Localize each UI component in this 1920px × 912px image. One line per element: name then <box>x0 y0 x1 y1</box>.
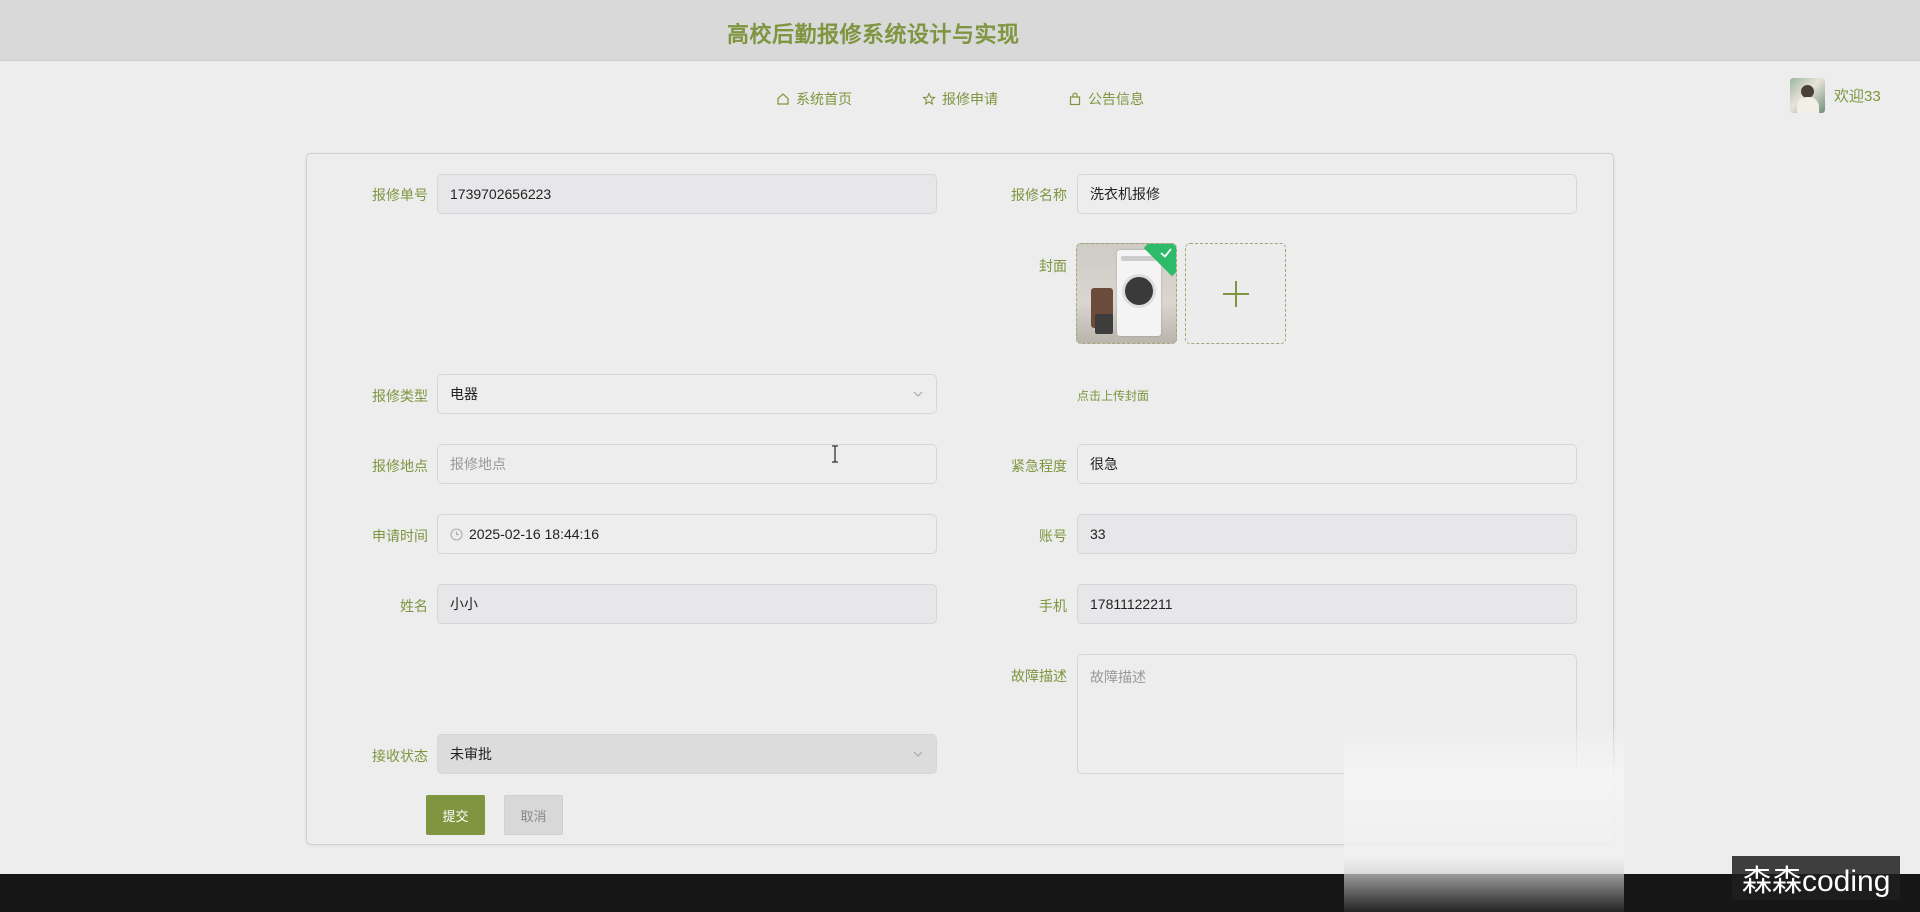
order-no-field[interactable]: 1739702656223 <box>437 174 937 214</box>
repair-name-label: 报修名称 <box>1011 187 1067 203</box>
chevron-down-icon <box>913 391 923 397</box>
nav-item-home[interactable]: 系统首页 <box>776 88 852 110</box>
fault-desc-label: 故障描述 <box>1011 668 1067 684</box>
receive-status-select[interactable]: 未审批 <box>437 734 937 774</box>
urgency-label: 紧急程度 <box>1011 458 1067 474</box>
cancel-button[interactable]: 取消 <box>504 795 563 835</box>
watermark: 森森coding <box>1732 856 1901 900</box>
welcome-text: 欢迎33 <box>1834 88 1881 105</box>
top-header-bar: 高校后勤报修系统设计与实现 <box>0 0 1920 61</box>
apply-time-value: 2025-02-16 18:44:16 <box>469 526 599 542</box>
upload-button[interactable] <box>1185 243 1286 344</box>
receive-status-label: 接收状态 <box>372 748 428 764</box>
name-label: 姓名 <box>400 598 428 614</box>
repair-type-select[interactable]: 电器 <box>437 374 937 414</box>
apply-time-field[interactable]: 2025-02-16 18:44:16 <box>437 514 937 554</box>
text-cursor-icon <box>832 445 838 463</box>
location-input[interactable] <box>437 444 937 484</box>
nav-item-label: 报修申请 <box>942 91 998 107</box>
name-field[interactable]: 小小 <box>437 584 937 624</box>
clock-icon <box>450 528 463 540</box>
bag-icon <box>1069 92 1081 106</box>
account-field[interactable]: 33 <box>1077 514 1577 554</box>
star-icon <box>922 92 936 106</box>
phone-label: 手机 <box>1039 598 1067 614</box>
account-label: 账号 <box>1039 528 1067 544</box>
order-no-label: 报修单号 <box>372 187 428 203</box>
apply-time-label: 申请时间 <box>372 528 428 544</box>
check-icon <box>1160 248 1172 258</box>
nav-item-label: 公告信息 <box>1088 91 1144 107</box>
bottom-bar <box>0 874 1920 912</box>
nav-item-label: 系统首页 <box>796 91 852 107</box>
overlay-blur <box>1344 730 1624 912</box>
phone-field[interactable]: 17811122211 <box>1077 584 1577 624</box>
user-menu[interactable]: 欢迎33 <box>1790 78 1881 113</box>
nav-item-notice[interactable]: 公告信息 <box>1068 88 1144 110</box>
site-title: 高校后勤报修系统设计与实现 <box>727 22 1020 47</box>
urgency-field[interactable]: 很急 <box>1077 444 1577 484</box>
home-icon <box>777 93 789 105</box>
repair-type-value: 电器 <box>450 386 478 402</box>
nav-item-repair-apply[interactable]: 报修申请 <box>922 88 998 110</box>
submit-button[interactable]: 提交 <box>426 795 485 835</box>
repair-name-field[interactable]: 洗衣机报修 <box>1077 174 1577 214</box>
avatar[interactable] <box>1790 78 1825 113</box>
chevron-down-icon <box>913 751 923 757</box>
cover-image-thumbnail[interactable] <box>1076 243 1177 344</box>
cover-label: 封面 <box>1039 258 1067 274</box>
plus-icon <box>1222 280 1249 307</box>
repair-type-label: 报修类型 <box>372 388 428 404</box>
washing-machine-image <box>1117 250 1161 336</box>
location-label: 报修地点 <box>372 458 428 474</box>
upload-hint-link[interactable]: 点击上传封面 <box>1077 387 1149 404</box>
receive-status-value: 未审批 <box>450 746 492 762</box>
